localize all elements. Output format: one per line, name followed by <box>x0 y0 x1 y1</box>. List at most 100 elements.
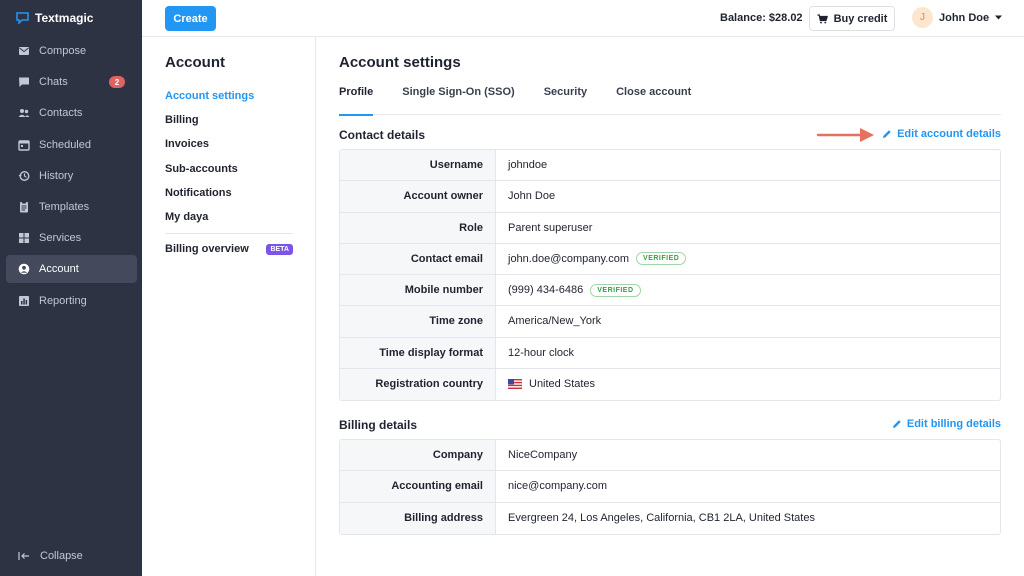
table-row: Role Parent superuser <box>340 212 1000 244</box>
pencil-icon <box>892 420 901 428</box>
sidebar-item-label: Chats <box>39 76 68 89</box>
sidebar-item-scheduled[interactable]: Scheduled <box>6 131 137 159</box>
tab-close-account[interactable]: Close account <box>616 86 691 115</box>
account-icon <box>18 263 30 275</box>
table-row: Company NiceCompany <box>340 440 1000 472</box>
history-icon <box>18 170 30 182</box>
us-flag-icon <box>508 379 522 390</box>
brand-name: Textmagic <box>35 11 94 25</box>
contact-details-title: Contact details <box>339 128 426 142</box>
sidebar: Textmagic Compose Chats 2 Contacts Sched… <box>0 0 142 576</box>
sidebar-item-label: Contacts <box>39 107 83 120</box>
sidebar-item-label: Services <box>39 232 82 245</box>
textmagic-logo-icon <box>16 12 29 24</box>
subnav-divider <box>165 233 293 234</box>
row-value: Evergreen 24, Los Angeles, California, C… <box>508 512 815 525</box>
buy-credit-label: Buy credit <box>833 12 888 25</box>
table-row: Mobile number (999) 434-6486 VERIFIED <box>340 275 1000 307</box>
calendar-icon <box>18 139 30 151</box>
user-menu[interactable]: J John Doe <box>912 7 1003 28</box>
table-row: Account owner John Doe <box>340 181 1000 213</box>
table-row: Billing address Evergreen 24, Los Angele… <box>340 502 1000 534</box>
row-value: john.doe@company.com <box>508 252 630 265</box>
chats-count-badge: 2 <box>109 76 125 89</box>
tab-sso[interactable]: Single Sign-On (SSO) <box>402 86 514 115</box>
avatar: J <box>912 7 933 28</box>
row-label: Mobile number <box>340 275 496 306</box>
balance-text: Balance: $28.02 <box>720 12 803 24</box>
sidebar-item-chats[interactable]: Chats 2 <box>6 68 137 96</box>
row-value: (999) 434-6486 <box>508 284 584 297</box>
subnav-item-my-daya[interactable]: My daya <box>165 205 293 229</box>
row-value: 12-hour clock <box>508 346 575 359</box>
collapse-arrow-icon <box>18 552 29 560</box>
sidebar-nav: Compose Chats 2 Contacts Scheduled Histo… <box>6 37 137 318</box>
subnav-item-invoices[interactable]: Invoices <box>165 132 293 156</box>
cart-icon <box>817 13 828 23</box>
table-row: Username johndoe <box>340 150 1000 182</box>
row-value: Parent superuser <box>508 221 593 234</box>
row-value: nice@company.com <box>508 480 607 493</box>
create-button[interactable]: Create <box>165 6 216 31</box>
sidebar-item-templates[interactable]: Templates <box>6 193 137 221</box>
chat-icon <box>18 76 30 88</box>
sidebar-item-label: Account <box>39 263 79 276</box>
compose-icon <box>18 45 30 57</box>
account-subnav: Account Account settings Billing Invoice… <box>142 37 316 576</box>
sidebar-item-services[interactable]: Services <box>6 224 137 252</box>
table-row: Time display format 12-hour clock <box>340 337 1000 369</box>
row-label: Contact email <box>340 243 496 274</box>
sidebar-item-label: History <box>39 169 74 182</box>
row-label: Time display format <box>340 337 496 368</box>
main-content: Account settings Profile Single Sign-On … <box>316 37 1024 576</box>
row-label: Time zone <box>340 306 496 337</box>
edit-account-details-label: Edit account details <box>897 128 1001 140</box>
tab-security[interactable]: Security <box>544 86 587 115</box>
sidebar-item-account[interactable]: Account <box>6 255 137 284</box>
row-label: Role <box>340 212 496 243</box>
tab-profile[interactable]: Profile <box>339 86 374 116</box>
table-row: Time zone America/New_York <box>340 306 1000 338</box>
services-icon <box>18 232 30 244</box>
subnav-item-billing[interactable]: Billing <box>165 108 293 132</box>
brand-logo[interactable]: Textmagic <box>16 10 93 26</box>
sidebar-item-label: Scheduled <box>39 138 91 151</box>
row-value: United States <box>529 378 596 391</box>
billing-details-table: Company NiceCompany Accounting email nic… <box>339 439 1001 535</box>
buy-credit-button[interactable]: Buy credit <box>809 6 895 31</box>
edit-billing-details-label: Edit billing details <box>906 418 1001 430</box>
table-row: Registration country United States <box>340 368 1000 400</box>
sidebar-item-history[interactable]: History <box>6 162 137 190</box>
sidebar-item-compose[interactable]: Compose <box>6 37 137 65</box>
subnav-item-notifications[interactable]: Notifications <box>165 181 293 205</box>
subnav-item-account-settings[interactable]: Account settings <box>165 84 293 108</box>
row-label: Billing address <box>340 502 496 534</box>
row-value: John Doe <box>508 190 556 203</box>
subnav-list: Account settings Billing Invoices Sub-ac… <box>165 84 293 229</box>
page-title: Account settings <box>339 54 461 71</box>
subnav-item-billing-overview[interactable]: Billing overview BETA <box>165 243 293 255</box>
edit-account-details-link[interactable]: Edit account details <box>882 128 1001 140</box>
sidebar-item-label: Compose <box>39 45 87 57</box>
reporting-icon <box>18 295 30 307</box>
billing-overview-label: Billing overview <box>165 243 249 255</box>
sidebar-item-reporting[interactable]: Reporting <box>6 287 137 315</box>
edit-billing-details-link[interactable]: Edit billing details <box>892 418 1001 430</box>
row-value: NiceCompany <box>508 449 578 462</box>
contact-details-table: Username johndoe Account owner John Doe … <box>339 149 1001 401</box>
row-label: Username <box>340 150 496 181</box>
row-value: America/New_York <box>508 315 602 328</box>
table-row: Accounting email nice@company.com <box>340 471 1000 503</box>
template-icon <box>18 201 30 213</box>
row-value: johndoe <box>508 159 548 172</box>
collapse-button[interactable]: Collapse <box>18 550 83 562</box>
row-label: Accounting email <box>340 471 496 502</box>
pointer-arrow-icon <box>816 128 874 142</box>
beta-badge: BETA <box>266 243 293 255</box>
topbar: Create Balance: $28.02 Buy credit J John… <box>142 0 1024 37</box>
user-name: John Doe <box>939 11 990 24</box>
sidebar-item-contacts[interactable]: Contacts <box>6 99 137 127</box>
subnav-item-sub-accounts[interactable]: Sub-accounts <box>165 157 293 181</box>
contacts-icon <box>18 107 30 119</box>
row-label: Registration country <box>340 368 496 400</box>
